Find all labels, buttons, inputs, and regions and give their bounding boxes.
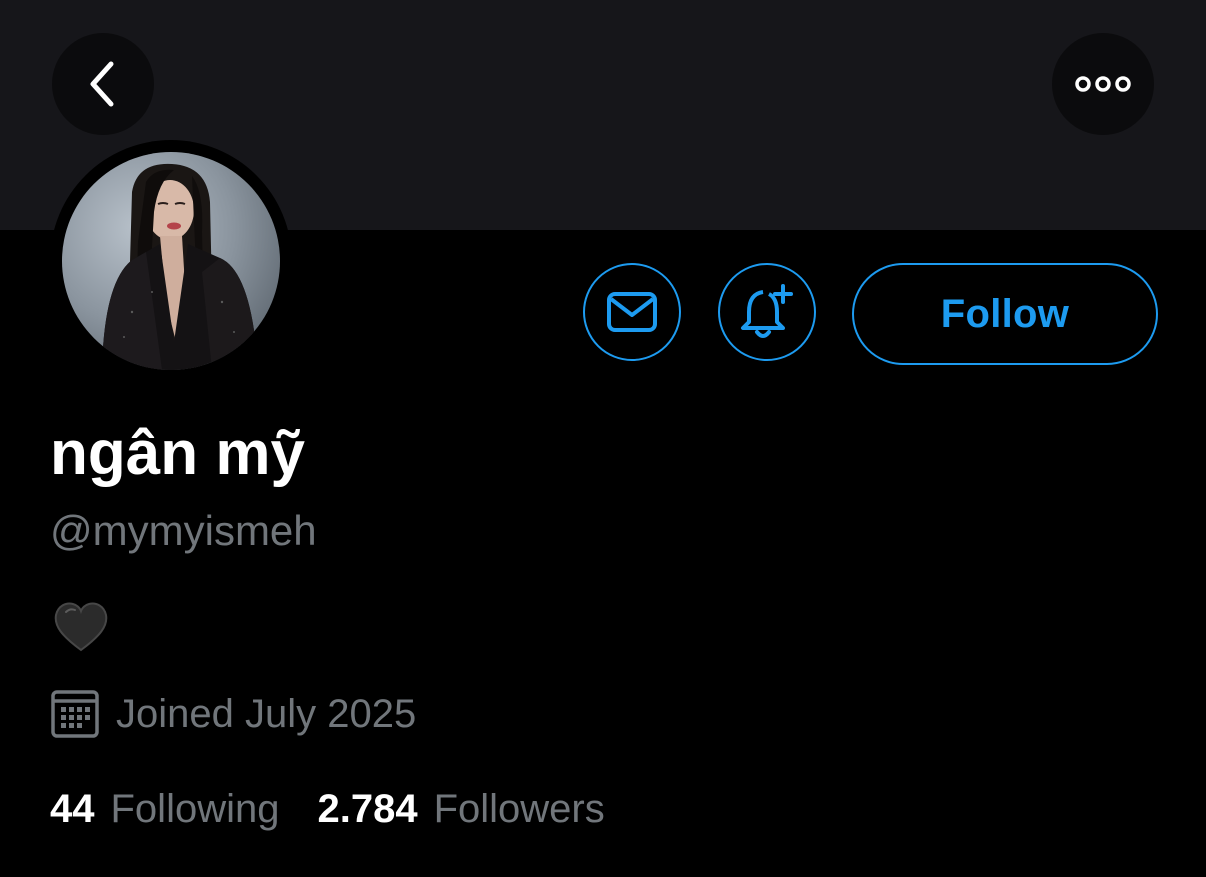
avatar-image	[62, 152, 280, 370]
follow-button[interactable]: Follow	[852, 263, 1158, 365]
followers-label: Followers	[433, 786, 605, 831]
following-link[interactable]: 44 Following	[50, 787, 279, 832]
display-name: ngân mỹ	[50, 419, 305, 488]
more-options-button[interactable]	[1052, 33, 1154, 135]
followers-link[interactable]: 2.784 Followers	[317, 787, 604, 832]
back-button[interactable]	[52, 33, 154, 135]
notify-button[interactable]	[718, 263, 816, 361]
profile-page: Follow ngân mỹ @mymyismeh Joined July 20…	[0, 0, 1206, 877]
black-heart-icon	[54, 602, 108, 652]
bell-plus-icon	[741, 284, 793, 338]
bio-heart-emoji	[52, 598, 110, 656]
calendar-icon	[51, 690, 99, 738]
following-count: 44	[50, 786, 95, 831]
following-label: Following	[110, 786, 280, 831]
envelope-icon	[607, 292, 657, 332]
avatar-frame[interactable]	[50, 140, 292, 382]
message-button[interactable]	[583, 263, 681, 361]
joined-date-row: Joined July 2025	[50, 688, 416, 740]
follow-stats: 44 Following 2.784 Followers	[50, 783, 605, 835]
chevron-left-icon	[90, 61, 114, 107]
followers-count: 2.784	[317, 786, 418, 831]
username-handle: @mymyismeh	[50, 507, 317, 554]
joined-date: Joined July 2025	[116, 691, 417, 736]
ellipsis-icon	[1075, 76, 1131, 92]
avatar[interactable]	[62, 152, 280, 370]
